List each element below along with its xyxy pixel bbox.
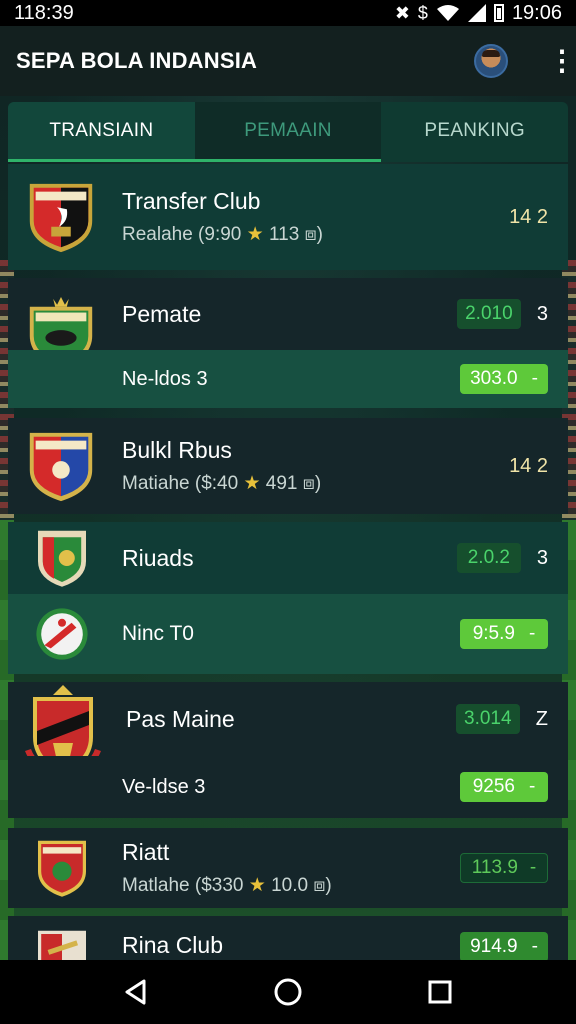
club-value-pill[interactable]: 303.0 - [460,364,548,394]
star-icon: ★ [246,224,264,245]
signal-icon [467,4,486,22]
club-name: Pas Maine [126,705,235,732]
club-value-pill[interactable]: 914.9 - [460,932,548,962]
list-item[interactable]: Riuads 2.0.2 3 [8,522,568,594]
minus-icon: - [531,368,538,389]
club-name: Transfer Club [122,188,261,214]
club-crest-icon [29,432,93,502]
club-value: 9:5.9 [472,623,515,644]
club-value-pill[interactable]: 9:5.9 - [460,619,548,649]
detail-text: Matlahe ($330 [122,875,244,896]
battery-icon [493,4,504,22]
list-item[interactable]: Transfer Club Realahe (9:90 ★ 113 ⧈) 14 … [8,164,568,270]
club-rating: 2.0.2 [456,543,521,573]
club-rank: 3 [536,302,548,325]
close-icon: ✖ [394,2,410,23]
dollar-icon: $ [417,2,428,23]
list-item[interactable]: Ne-ldos 3 303.0 - [8,350,568,408]
tab-transfer[interactable]: TRANSIAIN [8,102,195,162]
app-title: SEPA BOLA INDANSIA [16,48,258,73]
status-time-left: 118:39 [14,1,74,24]
club-list: Transfer Club Realahe (9:90 ★ 113 ⧈) 14 … [8,164,568,987]
detail-suffix: ⧈) [302,473,322,494]
status-icons: ✖ $ 19:06 [395,2,562,25]
detail-count: 10.0 [271,875,309,896]
detail-text: Matiahe ($:40 [122,473,239,494]
list-item[interactable]: Ve-ldse 3 9256 - [8,756,568,818]
more-options-icon[interactable]: ⋮ [548,47,576,75]
avatar[interactable] [474,44,508,78]
detail-text: Realahe (9:90 [122,224,242,245]
club-value: 113.9 [471,857,518,878]
list-item[interactable]: Riatt Matlahe ($330 ★ 10.0 ⧈) 113.9 - [8,828,568,908]
back-icon[interactable] [116,972,156,1012]
club-value: 914.9 [470,936,518,957]
tab-ranking[interactable]: PEANKING [381,102,568,162]
minus-icon: - [529,857,537,878]
star-icon: ★ [243,473,261,494]
club-value-pill[interactable]: 9256 - [460,772,548,802]
club-name: Pemate [122,300,202,327]
minus-icon: - [528,623,536,644]
club-score: 14 2 [509,205,548,228]
status-time-right: 19:06 [511,1,562,24]
club-value: 9256 [472,776,515,797]
home-icon[interactable] [268,972,308,1012]
app-bar: SEPA BOLA INDANSIA ⋮ [0,26,576,96]
star-icon: ★ [248,875,266,896]
detail-count: 113 [268,224,300,245]
list-item[interactable]: Ninc T0 9:5.9 - [8,594,568,674]
club-rating: 2.010 [456,299,521,329]
club-score: 14 2 [509,454,548,477]
club-name: Bulkl Rbus [122,437,232,463]
club-name: Ve-ldse 3 [122,775,206,798]
club-name: Riatt [122,839,170,865]
status-bar: 118:39 ✖ $ 19:06 [0,0,576,26]
detail-suffix: ⧈) [313,875,332,896]
club-crest-icon [29,183,93,253]
club-crest-icon [36,608,88,660]
club-detail: Matiahe ($:40 ★ 491 ⧈) [122,472,509,495]
list-item[interactable]: Pas Maine 3.014 Z [8,682,568,777]
list-item[interactable]: Bulkl Rbus Matiahe ($:40 ★ 491 ⧈) 14 2 [8,418,568,514]
club-name: Ninc T0 [122,622,194,645]
club-rank: Z [535,707,548,730]
club-detail: Matlahe ($330 ★ 10.0 ⧈) [122,874,460,897]
club-value-pill[interactable]: 113.9 - [460,853,548,883]
wifi-icon [436,5,459,21]
detail-count: 491 [265,473,298,494]
club-name: Ne-ldos 3 [122,367,208,390]
club-name: Riuads [122,544,194,571]
club-crest-icon [38,530,86,587]
minus-icon: - [531,936,538,957]
club-detail: Realahe (9:90 ★ 113 ⧈) [122,223,509,246]
club-rating: 3.014 [455,704,520,734]
system-nav-bar [0,960,576,1024]
tab-players[interactable]: PEMAAIN [194,102,382,162]
minus-icon: - [528,776,536,797]
club-crest-icon [38,840,86,897]
recents-icon[interactable] [420,972,460,1012]
club-name: Rina Club [122,932,223,958]
club-rank: 3 [536,546,548,569]
detail-suffix: ⧈) [304,224,323,245]
list-item[interactable]: Pemate 2.010 3 [8,278,568,370]
tab-bar: TRANSIAIN PEMAAIN PEANKING [8,102,568,162]
club-value: 303.0 [470,368,518,389]
